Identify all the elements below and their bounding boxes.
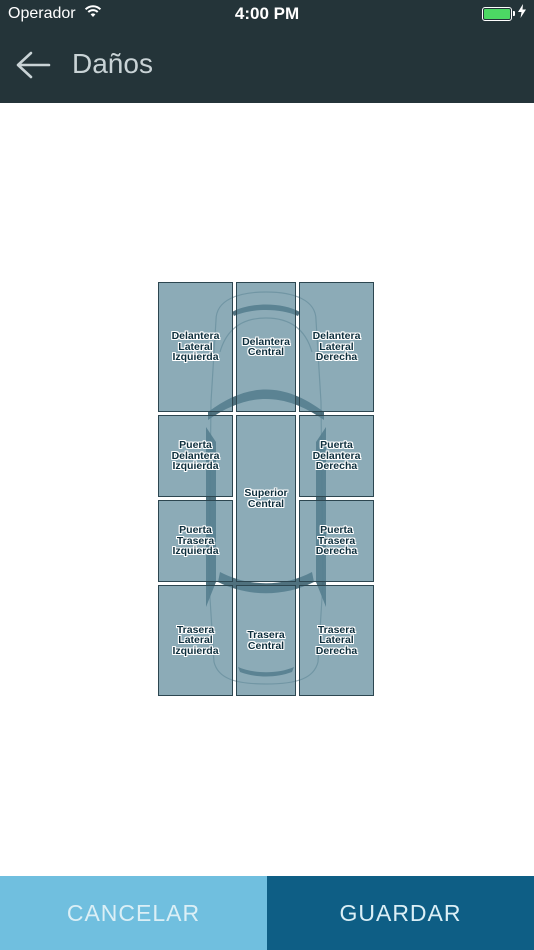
- zone-rear-door-left-label: Puerta Trasera Izquierda: [172, 524, 219, 558]
- zone-rear-right-label: Trasera Lateral Derecha: [315, 623, 358, 657]
- zone-front-door-right[interactable]: Puerta Delantera Derecha: [299, 415, 374, 497]
- arrow-left-icon: [16, 51, 51, 79]
- page-title: Daños: [72, 48, 153, 79]
- back-button[interactable]: [14, 48, 54, 82]
- status-bar: Operador 4:00 PM: [0, 0, 534, 28]
- zone-rear-center-label: Trasera Central: [247, 629, 285, 652]
- zone-rear-door-right[interactable]: Puerta Trasera Derecha: [299, 500, 374, 582]
- zone-front-right-label: Delantera Lateral Derecha: [312, 330, 361, 364]
- clock: 4:00 PM: [234, 4, 300, 23]
- zone-rear-left[interactable]: Trasera Lateral Izquierda: [158, 585, 233, 696]
- zone-front-right[interactable]: Delantera Lateral Derecha: [299, 282, 374, 412]
- zone-front-left-label: Delantera Lateral Izquierda: [171, 330, 220, 364]
- zone-rear-right[interactable]: Trasera Lateral Derecha: [299, 585, 374, 696]
- zone-front-center[interactable]: Delantera Central: [236, 282, 296, 412]
- damage-diagram: Delantera Lateral Izquierda Delantera Centr…: [158, 282, 374, 696]
- zone-front-center-label: Delantera Central: [242, 335, 290, 358]
- navigation-bar: Daños: [0, 28, 534, 103]
- zone-rear-center[interactable]: Trasera Central: [236, 585, 296, 696]
- zone-rear-left-label: Trasera Lateral Izquierda: [172, 623, 219, 657]
- zone-top-center[interactable]: Superior Central: [236, 415, 296, 582]
- zone-top-center-label: Superior Central: [244, 487, 288, 510]
- save-button[interactable]: GUARDAR: [267, 876, 534, 950]
- zone-front-door-right-label: Puerta Delantera Derecha: [312, 439, 361, 473]
- zone-front-door-left[interactable]: Puerta Delantera Izquierda: [158, 415, 233, 497]
- zone-rear-door-right-label: Puerta Trasera Derecha: [315, 524, 358, 558]
- zone-front-left[interactable]: Delantera Lateral Izquierda: [158, 282, 233, 412]
- zone-rear-door-left[interactable]: Puerta Trasera Izquierda: [158, 500, 233, 582]
- cancel-button[interactable]: CANCELAR: [0, 876, 267, 950]
- top-bar: Operador 4:00 PM Daños: [0, 0, 534, 103]
- battery-icon: [482, 7, 515, 21]
- zone-front-door-left-label: Puerta Delantera Izquierda: [171, 439, 220, 473]
- charging-bolt-icon: [518, 4, 526, 23]
